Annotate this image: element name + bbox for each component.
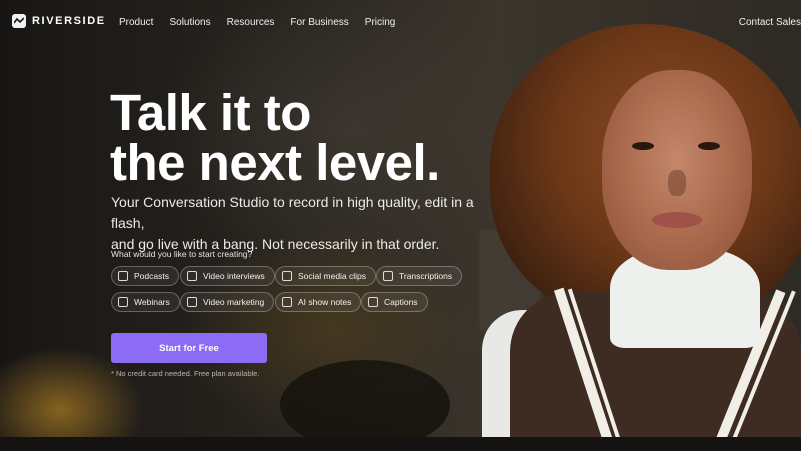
hero-person-image (470, 0, 801, 437)
option-label: Video interviews (203, 271, 265, 281)
option-label: Webinars (134, 297, 170, 307)
page-bottom-edge (0, 437, 801, 451)
eye (698, 142, 720, 150)
option-transcriptions[interactable]: Transcriptions (376, 266, 463, 286)
face (602, 70, 752, 270)
eye (632, 142, 654, 150)
option-label: Podcasts (134, 271, 169, 281)
option-social-media-clips[interactable]: Social media clips (275, 266, 377, 286)
hero-title: Talk it to the next level. (110, 87, 530, 191)
option-captions[interactable]: Captions (361, 292, 428, 312)
option-webinars[interactable]: Webinars (111, 292, 180, 312)
top-nav: RIVERSIDE Product Solutions Resources Fo… (0, 0, 801, 44)
checkbox-icon (368, 297, 378, 307)
option-label: Video marketing (203, 297, 265, 307)
option-ai-show-notes[interactable]: AI show notes (275, 292, 362, 312)
mouth (652, 212, 702, 228)
logo[interactable]: RIVERSIDE (12, 14, 106, 28)
option-label: Social media clips (298, 271, 367, 281)
option-podcasts[interactable]: Podcasts (111, 266, 179, 286)
free-plan-note: * No credit card needed. Free plan avail… (111, 369, 260, 378)
nav-links: Product Solutions Resources For Business… (119, 17, 395, 28)
checkbox-icon (282, 271, 292, 281)
hero-subtitle-line-1: Your Conversation Studio to record in hi… (111, 194, 474, 231)
nav-link-solutions[interactable]: Solutions (169, 17, 210, 28)
start-for-free-button[interactable]: Start for Free (111, 333, 267, 363)
hero-title-line-1: Talk it to (110, 84, 311, 141)
checkbox-icon (187, 297, 197, 307)
contact-sales-link[interactable]: Contact Sales (739, 17, 801, 28)
checkbox-icon (118, 297, 128, 307)
logo-text: RIVERSIDE (32, 15, 106, 27)
background-plant (280, 360, 450, 437)
checkbox-icon (187, 271, 197, 281)
option-label: Transcriptions (399, 271, 453, 281)
hero-title-line-2: the next level. (110, 134, 440, 191)
nav-link-pricing[interactable]: Pricing (365, 17, 396, 28)
option-video-marketing[interactable]: Video marketing (180, 292, 275, 312)
creation-question: What would you like to start creating? (111, 249, 253, 259)
option-label: Captions (384, 297, 418, 307)
hero-subtitle: Your Conversation Studio to record in hi… (111, 192, 506, 255)
checkbox-icon (383, 271, 393, 281)
riverside-logo-icon (12, 14, 26, 28)
nav-link-for-business[interactable]: For Business (290, 17, 348, 28)
nav-link-product[interactable]: Product (119, 17, 153, 28)
nav-link-resources[interactable]: Resources (227, 17, 275, 28)
option-video-interviews[interactable]: Video interviews (180, 266, 275, 286)
checkbox-icon (118, 271, 128, 281)
option-label: AI show notes (298, 297, 352, 307)
checkbox-icon (282, 297, 292, 307)
nose (668, 170, 686, 196)
